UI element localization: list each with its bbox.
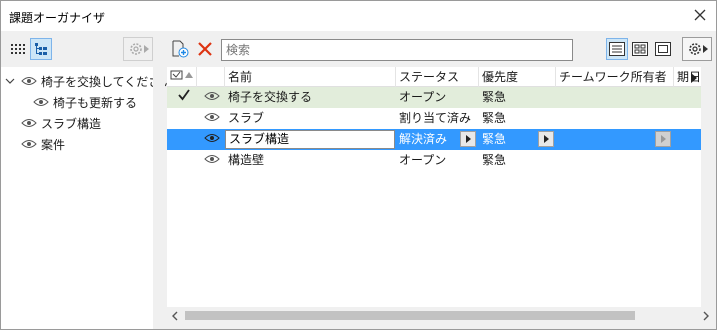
issue-owner [556,108,674,129]
tree-item[interactable]: スラブ構造 [21,113,101,133]
issue-status: オープン [399,153,447,167]
table-horizontal-scrollbar[interactable] [167,307,714,324]
visibility-toggle[interactable] [201,108,225,129]
issue-status-select[interactable]: 解決済み [396,129,464,150]
column-header-done[interactable] [167,67,197,87]
list-view-button[interactable] [606,38,628,60]
horizontal-scroll-thumb[interactable] [185,311,635,320]
issue-status: オープン [399,90,447,104]
left-settings-button[interactable] [123,37,153,61]
eye-icon[interactable] [21,76,37,86]
owner-dropdown-button[interactable] [655,131,671,147]
single-view-button[interactable] [652,38,674,60]
eye-icon [204,113,220,121]
new-issue-button[interactable] [169,38,191,60]
status-dropdown-button[interactable] [460,131,476,147]
checkmark-icon [178,89,190,101]
chevron-right-icon [660,135,666,143]
issue-owner [556,87,674,108]
issue-table: 名前 ステータス 優先度 チームワーク所有者 期日 椅子を交換する オープン 緊… [167,67,701,307]
table-vertical-scrollbar[interactable] [702,67,714,307]
tree-view: 椅子を交換してください 椅子も更新する スラブ構造 案件 [1,67,172,329]
issue-name: 椅子を交換する [228,90,313,104]
issue-priority: 緊急 [482,153,507,167]
tree-item-label: 案件 [41,137,66,152]
done-checkmark[interactable] [175,87,197,108]
chevron-right-icon [143,45,149,53]
window-close-button[interactable] [690,5,710,25]
tree-view-button[interactable] [30,38,52,60]
table-row[interactable]: 構造壁 オープン 緊急 [167,150,701,171]
visibility-toggle[interactable] [201,87,225,108]
column-header-priority[interactable]: 優先度 [479,67,556,87]
eye-icon[interactable] [33,97,49,107]
column-header-status[interactable]: ステータス [396,67,479,87]
thumbnail-grid-icon [632,42,648,56]
left-panel: 椅子を交換してください 椅子も更新する スラブ構造 案件 [1,31,172,329]
tree-item-root[interactable]: 椅子を交換してください [5,71,172,91]
right-toolbar [165,31,716,67]
left-toolbar [1,31,159,67]
column-scroll-right-icon[interactable] [691,72,697,86]
grid-view-button[interactable] [7,38,29,60]
expand-chevron-icon[interactable] [5,76,15,86]
gear-icon [688,43,701,55]
window-body: 椅子を交換してください 椅子も更新する スラブ構造 案件 検索 名前 ステータス… [1,31,716,329]
window-title: 課題オーガナイザ [9,11,106,25]
tree-item-label: 椅子も更新する [53,95,138,110]
issue-name: スラブ [228,111,265,125]
list-view-icon [609,42,625,56]
tree-item-label: スラブ構造 [41,116,102,131]
eye-icon[interactable] [21,139,37,149]
thumbnail-view-button[interactable] [629,38,651,60]
table-header: 名前 ステータス 優先度 チームワーク所有者 期日 [167,67,701,87]
visibility-toggle[interactable] [201,150,225,171]
issue-priority: 緊急 [482,90,507,104]
issue-priority: 緊急 [482,111,507,125]
close-icon [198,42,212,56]
close-icon [694,9,706,21]
search-input[interactable] [221,39,573,61]
scroll-right-icon[interactable] [702,310,710,324]
column-header-owner[interactable]: チームワーク所有者 [556,67,674,87]
column-header-visibility[interactable] [197,67,225,87]
eye-icon [204,92,220,100]
gear-icon [129,43,142,55]
delete-issue-button[interactable] [194,38,216,60]
issue-organizer-window: 課題オーガナイザ 椅子を交換してください 椅子も更新する スラブ構造 案件 検索… [0,0,717,330]
table-row-selected[interactable]: スラブ構造 解決済み 緊急 [167,129,701,150]
visibility-toggle[interactable] [201,129,225,150]
chevron-right-icon [543,135,549,143]
issue-name: 構造壁 [228,153,265,167]
issue-priority-select[interactable]: 緊急 [479,129,539,150]
frame-icon [655,42,671,56]
issue-owner [556,150,674,171]
tree-item[interactable]: 案件 [21,134,65,154]
sort-check-icon [170,70,193,80]
issue-owner-select[interactable] [556,129,656,150]
scroll-left-icon[interactable] [171,310,179,324]
eye-icon [204,134,220,142]
tree-list-icon [35,43,47,55]
right-panel: 名前 ステータス 優先度 チームワーク所有者 期日 [165,31,716,329]
new-document-icon [172,40,189,58]
issue-status: 割り当て済み [399,111,472,125]
chevron-right-icon [702,45,708,53]
title-bar: 課題オーガナイザ [1,1,716,31]
chevron-right-icon [465,135,471,143]
issue-name-edit-field[interactable]: スラブ構造 [225,130,395,149]
tree-item-child[interactable]: 椅子も更新する [33,92,137,112]
eye-icon[interactable] [21,118,37,128]
table-row[interactable]: 椅子を交換する オープン 緊急 [167,87,701,108]
column-header-name[interactable]: 名前 [225,67,396,87]
dot-grid-icon [11,44,25,54]
priority-dropdown-button[interactable] [538,131,554,147]
eye-icon [204,155,220,163]
right-settings-button[interactable] [682,37,712,61]
table-row[interactable]: スラブ 割り当て済み 緊急 [167,108,701,129]
